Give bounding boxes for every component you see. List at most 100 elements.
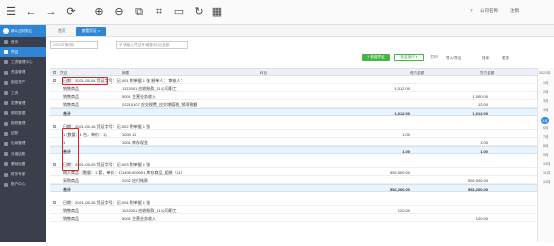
voucher-head-row[interactable]: 日期：2021-05-04 凭证字号：记-001 附单据 1 张 制单人： 审核… [50, 76, 538, 84]
month-item[interactable]: 4月 [543, 108, 549, 113]
tab-bar: 首页 查看凭证 × [46, 25, 554, 37]
table-row[interactable]: 1 (数量：1 台，单价：1) 1000 11 1.00 [50, 130, 538, 138]
batch-operation-button[interactable]: 批量操作 ▾ [394, 54, 424, 61]
cell-credit: 12.00 [477, 102, 488, 107]
total-total_debit: 1,012.00 [394, 111, 410, 116]
sidebar-item-label: 凭证 [11, 49, 19, 54]
sidebar-item-13[interactable]: 财务专家 [0, 169, 46, 179]
table-row[interactable]: 销售商品 5001 主营业务收入 1,000.00 [50, 92, 538, 100]
voucher-head-row[interactable]: 日期：2021-05-25 凭证字号：记-003 附单据 1 张 [50, 160, 538, 168]
import-export-button[interactable]: 导入/导出 [446, 56, 461, 61]
sidebar-item-label: 出纳管理 [11, 141, 26, 146]
arrow-right-icon[interactable]: → [44, 5, 58, 19]
arrow-left-icon[interactable]: ← [24, 5, 38, 19]
add-voucher-button[interactable]: + 新增凭证 [362, 54, 390, 61]
sidebar-item-label: 报税管理 [11, 121, 26, 126]
batch-operation-label: 批量操作 ▾ [400, 55, 418, 59]
nav-icon [4, 141, 8, 146]
cell-debit: 1.00 [402, 132, 410, 137]
voucher-checkbox[interactable] [53, 78, 56, 83]
sidebar-item-12[interactable]: 基础设置 [0, 159, 46, 169]
sidebar-item-label: 账户中心 [11, 182, 26, 187]
period-select[interactable]: 2021年第5期 [50, 41, 98, 49]
zoom-out-icon[interactable]: ⊖ [112, 5, 126, 19]
help-label: ? [470, 8, 473, 13]
voucher-head-row[interactable]: 日期：2021-05-16 凭证字号：记-002 附单据 1 张 [50, 122, 538, 130]
month-item[interactable]: 3月 [543, 99, 549, 104]
sidebar-item-11[interactable]: 月度结账 [0, 149, 46, 159]
tab-home[interactable]: 首页 [52, 27, 72, 36]
search-input[interactable]: ⧩ 请输入凭证号/摘要/科目/金额 [116, 41, 188, 49]
table-row[interactable]: 销售商品 1122001 应收账款_11公司职工 1,012.00 [50, 84, 538, 92]
sidebar-item-1[interactable]: 凭证 [0, 47, 46, 58]
date-panel: 2021年 1月 2月 3月 4月 5月 6月 7月 8月 9月 10月 11月 12月 [537, 68, 554, 242]
add-voucher-label: + 新增凭证 [367, 55, 385, 59]
month-item[interactable]: 6月 [543, 126, 549, 131]
menu-icon[interactable]: ☰ [4, 5, 18, 19]
frame-icon[interactable]: ▭ [172, 5, 186, 19]
sort-button[interactable]: 排序 [482, 56, 489, 61]
voucher-head-row[interactable]: 日期：2021-05-26 凭证字号：记-004 附单据 1 张 [50, 198, 538, 206]
more-label: 更多 [502, 56, 510, 60]
calendar-icon[interactable]: ▦ [210, 5, 224, 19]
select-all-checkbox[interactable] [53, 71, 56, 75]
sidebar-item-3[interactable]: 资金管理 [0, 68, 46, 78]
nav-icon [4, 70, 8, 75]
sidebar-item-label: 基础设置 [11, 161, 26, 166]
month-item[interactable]: 10月 [543, 162, 551, 167]
sidebar-item-6[interactable]: 发票管理 [0, 98, 46, 108]
crop-icon[interactable]: ⌗ [152, 5, 166, 19]
company-name[interactable]: 公司名称 [480, 8, 498, 14]
nav-icon [4, 91, 8, 96]
sidebar-item-0[interactable]: 首页 [0, 37, 46, 47]
sidebar-item-10[interactable]: 出纳管理 [0, 139, 46, 149]
table-row[interactable]: 销售商品 22210107 应交税费_应交增值税_销项税额 12.00 [50, 100, 538, 108]
sidebar-item-7[interactable]: 期初数据 [0, 108, 46, 118]
table-row[interactable]: 销售商品 5001 主营业务收入 120.00 [50, 214, 538, 222]
highlight-box-date-2 [62, 128, 79, 171]
sidebar-item-label: 固定资产 [11, 80, 26, 85]
month-item[interactable]: 9月 [543, 153, 549, 158]
sidebar-item-9[interactable]: 结账 [0, 129, 46, 139]
total-row: 合计 1.00 1.00 [50, 146, 538, 154]
cell-credit: 592,000.00 [467, 178, 488, 183]
voucher-checkbox[interactable] [53, 124, 56, 129]
print-button[interactable]: 打印 [428, 54, 440, 61]
table-row[interactable]: 1 1001 库存现金 1.00 [50, 138, 538, 146]
sidebar-item-5[interactable]: 工资 [0, 88, 46, 98]
zoom-in-icon[interactable]: ⊕ [92, 5, 106, 19]
month-item[interactable]: 1月 [543, 81, 549, 86]
voucher-checkbox[interactable] [53, 200, 56, 205]
month-item[interactable]: 2月 [543, 90, 549, 95]
grid-body: 日期：2021-05-04 凭证字号：记-001 附单据 1 张 制单人： 审核… [50, 76, 538, 246]
table-row[interactable]: 采购商品 2202 应付账款 592,000.00 [50, 176, 538, 184]
table-row[interactable]: 销售商品 1122001 应收账款_11公司职工 120.00 [50, 206, 538, 214]
refresh-icon[interactable]: ⟳ [64, 5, 78, 19]
copy-icon[interactable]: ⧉ [132, 5, 146, 19]
nav-icon [4, 101, 8, 106]
sidebar-item-2[interactable]: 工资管理中心 [0, 57, 46, 67]
cell-debit: 592,000.00 [389, 170, 410, 175]
total-row: 合计 1,012.00 1,012.00 [50, 108, 538, 116]
month-item[interactable]: 7月 [543, 135, 549, 140]
month-item[interactable]: 5月 [541, 117, 549, 124]
tab-view-voucher[interactable]: 查看凭证 × [75, 27, 107, 36]
total-row: 合计 592,200.00 592,200.00 [50, 184, 538, 192]
sidebar-item-8[interactable]: 报税管理 [0, 119, 46, 129]
sidebar-item-label: 工资 [11, 90, 19, 95]
more-button[interactable]: 更多 [502, 56, 509, 61]
month-item[interactable]: 11月 [543, 171, 550, 176]
sidebar-item-label: 资金管理 [11, 70, 26, 75]
voucher-grid: 凭证 摘要 科目 借方金额 贷方金额 日期：2021-05-04 凭证字号：记-… [50, 68, 538, 246]
total-total_debit: 1.00 [402, 149, 410, 154]
cell-credit: 1.00 [480, 140, 488, 145]
rotate-icon[interactable]: ↻ [192, 5, 206, 19]
sidebar-item-14[interactable]: 账户中心 [0, 180, 46, 190]
month-item[interactable]: 8月 [543, 144, 549, 149]
month-item[interactable]: 12月 [543, 180, 551, 185]
table-row[interactable]: 购入商品（数量：1 套，单价：1） 1405.000001 库存商品_组装（11）… [50, 168, 538, 176]
logout-link[interactable]: 注销 [510, 8, 519, 14]
help-icon[interactable]: ? [470, 8, 473, 13]
voucher-checkbox[interactable] [53, 162, 56, 167]
sidebar-item-4[interactable]: 固定资产 [0, 78, 46, 88]
